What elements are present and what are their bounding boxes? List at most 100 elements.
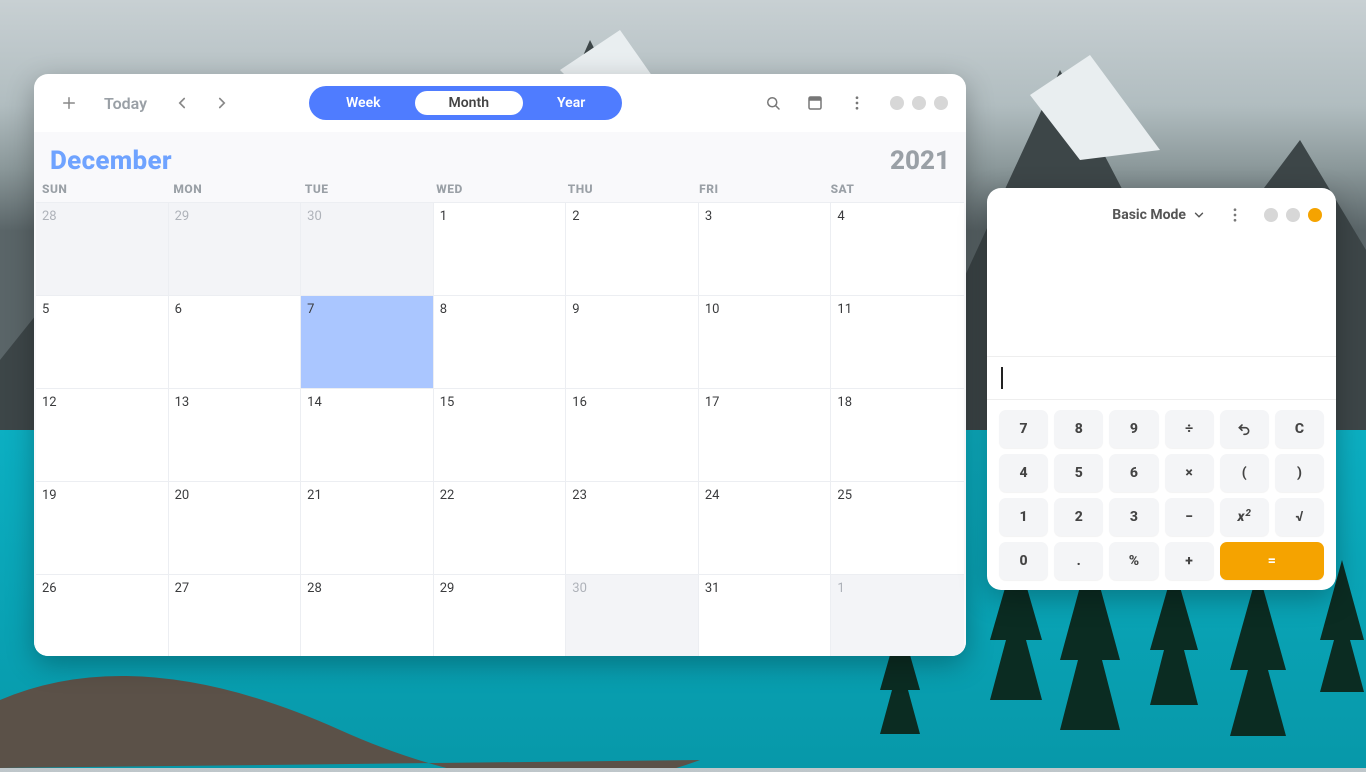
calendar-weekday-header: SUNMONTUEWEDTHUFRISAT — [36, 180, 964, 202]
weekday-header: SAT — [829, 182, 960, 196]
calendar-day-cell[interactable]: 26 — [36, 575, 169, 656]
window-maximize-button[interactable] — [912, 96, 926, 110]
calculator-toolbar: Basic Mode — [987, 188, 1336, 236]
window-close-button[interactable] — [1308, 208, 1322, 222]
calendar-day-cell[interactable]: 6 — [169, 296, 302, 389]
calc-key-6[interactable]: 6 — [1109, 454, 1158, 492]
calendar-year-label: 2021 — [890, 146, 950, 176]
calendar-day-cell[interactable]: 22 — [434, 482, 567, 575]
calendar-day-cell[interactable]: 4 — [831, 203, 964, 296]
calc-key-percent[interactable]: % — [1109, 542, 1158, 580]
calendar-day-cell[interactable]: 16 — [566, 389, 699, 482]
calendar-day-cell[interactable]: 5 — [36, 296, 169, 389]
weekday-header: THU — [566, 182, 697, 196]
calendar-day-cell[interactable]: 20 — [169, 482, 302, 575]
calendar-grid: 2829301234567891011121314151617181920212… — [36, 202, 964, 656]
add-event-button[interactable] — [52, 86, 86, 120]
weekday-header: FRI — [697, 182, 828, 196]
calc-expression-input[interactable] — [987, 356, 1336, 400]
calendar-day-cell[interactable]: 8 — [434, 296, 567, 389]
calendar-toolbar-right — [756, 86, 948, 120]
view-year-button[interactable]: Year — [523, 91, 619, 115]
calendar-day-cell[interactable]: 27 — [169, 575, 302, 656]
calc-key-4[interactable]: 4 — [999, 454, 1048, 492]
calendar-day-cell[interactable]: 2 — [566, 203, 699, 296]
prev-button[interactable] — [165, 86, 199, 120]
view-segmented-control: Week Month Year — [309, 86, 622, 120]
calendar-day-cell[interactable]: 28 — [301, 575, 434, 656]
calendar-day-cell[interactable]: 13 — [169, 389, 302, 482]
calendar-toolbar: Today Week Month Year — [34, 74, 966, 132]
calendar-month-label: December — [50, 146, 172, 176]
calendar-day-cell[interactable]: 24 — [699, 482, 832, 575]
calendar-day-cell[interactable]: 21 — [301, 482, 434, 575]
calc-key-2[interactable]: 2 — [1054, 498, 1103, 536]
calendar-day-cell[interactable]: 18 — [831, 389, 964, 482]
calc-key-dot[interactable]: . — [1054, 542, 1103, 580]
calc-key-9[interactable]: 9 — [1109, 410, 1158, 448]
calc-key-7[interactable]: 7 — [999, 410, 1048, 448]
window-close-button[interactable] — [934, 96, 948, 110]
weekday-header: TUE — [303, 182, 434, 196]
calc-key-undo[interactable] — [1220, 410, 1269, 448]
calendar-day-cell[interactable]: 28 — [36, 203, 169, 296]
weekday-header: MON — [171, 182, 302, 196]
calendar-title-row: December 2021 — [36, 132, 964, 180]
calendar-day-cell[interactable]: 31 — [699, 575, 832, 656]
calc-key-plus[interactable]: + — [1165, 542, 1214, 580]
calc-key-square[interactable]: x2 — [1220, 498, 1269, 536]
calendar-day-cell[interactable]: 10 — [699, 296, 832, 389]
calc-key-1[interactable]: 1 — [999, 498, 1048, 536]
calc-more-icon[interactable] — [1218, 198, 1252, 232]
calc-key-5[interactable]: 5 — [1054, 454, 1103, 492]
calc-key-divide[interactable]: ÷ — [1165, 410, 1214, 448]
calendar-day-cell[interactable]: 1 — [434, 203, 567, 296]
calendar-body: December 2021 SUNMONTUEWEDTHUFRISAT 2829… — [34, 132, 966, 656]
calendar-day-cell[interactable]: 12 — [36, 389, 169, 482]
view-month-button[interactable]: Month — [415, 91, 524, 115]
calendar-day-cell[interactable]: 30 — [566, 575, 699, 656]
calc-key-lparen[interactable]: ( — [1220, 454, 1269, 492]
calendar-day-cell[interactable]: 29 — [169, 203, 302, 296]
calculator-window: Basic Mode 789÷ C 456×() 123−x2√ 0.%+= — [987, 188, 1336, 590]
today-button[interactable]: Today — [92, 88, 159, 119]
calc-key-clear[interactable]: C — [1275, 410, 1324, 448]
window-minimize-button[interactable] — [1264, 208, 1278, 222]
calc-key-3[interactable]: 3 — [1109, 498, 1158, 536]
calc-key-multiply[interactable]: × — [1165, 454, 1214, 492]
calc-window-controls — [1264, 208, 1322, 222]
calendar-day-cell[interactable]: 1 — [831, 575, 964, 656]
calc-keypad: 789÷ C 456×() 123−x2√ 0.%+= — [987, 400, 1336, 590]
calendar-day-cell[interactable]: 19 — [36, 482, 169, 575]
calc-key-sqrt[interactable]: √ — [1275, 498, 1324, 536]
calc-key-8[interactable]: 8 — [1054, 410, 1103, 448]
calendar-day-cell[interactable]: 30 — [301, 203, 434, 296]
view-week-button[interactable]: Week — [312, 91, 415, 115]
weekday-header: WED — [434, 182, 565, 196]
calc-result-area — [987, 236, 1336, 356]
calendar-day-cell[interactable]: 7 — [301, 296, 434, 389]
text-cursor — [1001, 367, 1003, 389]
calc-key-minus[interactable]: − — [1165, 498, 1214, 536]
calendar-day-cell[interactable]: 15 — [434, 389, 567, 482]
calc-key-0[interactable]: 0 — [999, 542, 1048, 580]
more-icon[interactable] — [840, 86, 874, 120]
calendar-day-cell[interactable]: 25 — [831, 482, 964, 575]
calc-key-rparen[interactable]: ) — [1275, 454, 1324, 492]
calc-mode-label: Basic Mode — [1112, 207, 1186, 223]
calc-key-equals[interactable]: = — [1220, 542, 1324, 580]
calendar-day-cell[interactable]: 23 — [566, 482, 699, 575]
window-maximize-button[interactable] — [1286, 208, 1300, 222]
calendar-day-cell[interactable]: 14 — [301, 389, 434, 482]
calendar-day-cell[interactable]: 9 — [566, 296, 699, 389]
next-button[interactable] — [205, 86, 239, 120]
calendar-day-cell[interactable]: 11 — [831, 296, 964, 389]
calc-mode-button[interactable]: Basic Mode — [1112, 207, 1206, 223]
calendar-day-cell[interactable]: 17 — [699, 389, 832, 482]
calendar-day-cell[interactable]: 3 — [699, 203, 832, 296]
weekday-header: SUN — [40, 182, 171, 196]
window-minimize-button[interactable] — [890, 96, 904, 110]
search-icon[interactable] — [756, 86, 790, 120]
today-box-icon[interactable] — [798, 86, 832, 120]
calendar-day-cell[interactable]: 29 — [434, 575, 567, 656]
